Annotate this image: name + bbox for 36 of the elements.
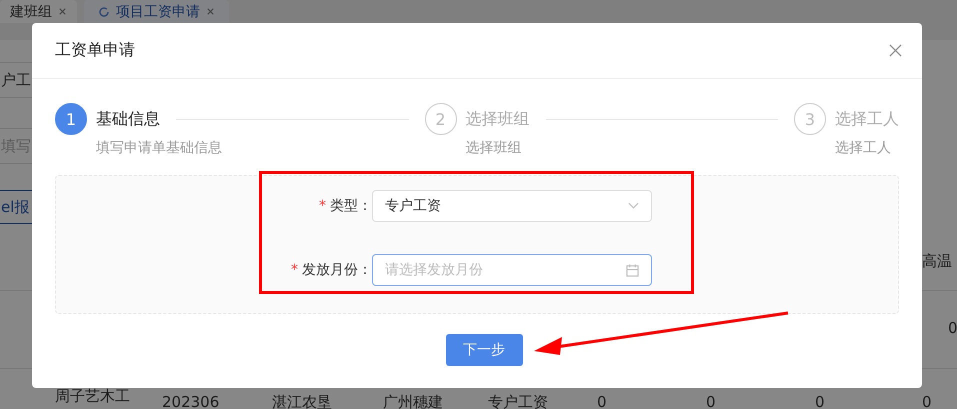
chevron-down-icon [628,202,639,210]
dialog-title: 工资单申请 [55,40,135,61]
step-description: 选择工人 [835,139,892,157]
step-title: 基础信息 [96,108,160,130]
field-label: 发放月份： [302,261,372,279]
table-cell: 0 [948,320,957,336]
calendar-icon [626,264,639,277]
step-description: 填写申请单基础信息 [96,139,223,157]
table-cell: 专户工资 [488,394,548,409]
step-number: 1 [55,103,87,135]
step-description: 选择班组 [466,139,522,157]
table-cell: 周子艺木工 [55,388,130,404]
page-tab[interactable]: 建班组 [0,0,77,23]
close-icon[interactable] [206,7,215,16]
table-cell: 0 [597,394,607,409]
table-cell: 0 [815,394,825,409]
table-cell: 202306 [162,394,220,409]
table-cell: 0 [922,394,932,409]
month-field[interactable]: 请选择发放月份 [372,254,652,286]
step-title: 选择班组 [466,108,530,130]
close-icon[interactable] [889,44,902,57]
refresh-icon [98,6,110,18]
column-header: 高温 [922,253,952,269]
page-tab[interactable]: 项目工资申请 [84,0,229,23]
field-label: 类型： [330,197,372,215]
required-mark: * [319,198,326,214]
close-icon[interactable] [58,7,67,16]
table-cell: 广州穗建 [383,394,443,409]
type-select[interactable]: 专户工资 [372,190,652,222]
step-number: 2 [424,103,456,135]
next-button[interactable]: 下一步 [446,334,522,366]
required-mark: * [291,262,298,278]
table-cell: 湛江农垦 [272,394,332,409]
step-title: 选择工人 [835,108,899,130]
table-cell: 0 [706,394,716,409]
step-number: 3 [794,103,826,135]
